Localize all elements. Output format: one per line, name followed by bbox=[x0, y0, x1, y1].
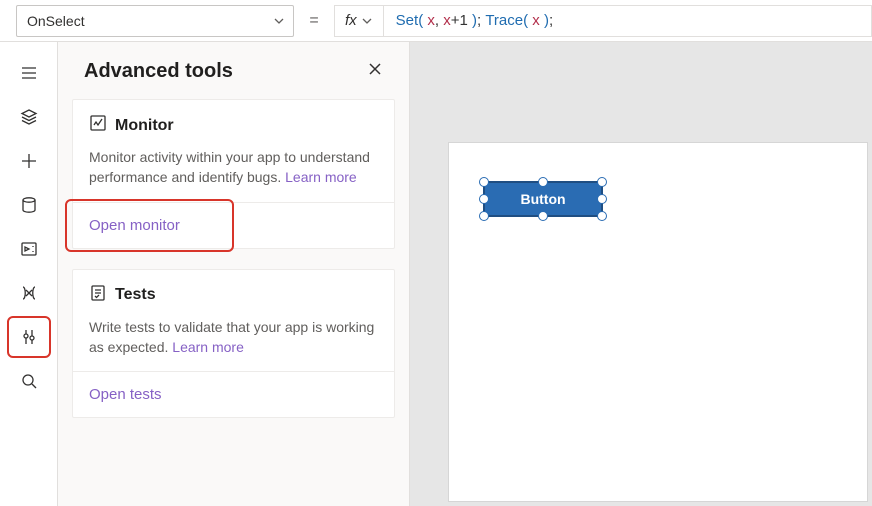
canvas-button-label: Button bbox=[520, 191, 565, 207]
resize-handle[interactable] bbox=[538, 211, 548, 221]
chevron-down-icon bbox=[273, 15, 285, 27]
learn-more-link[interactable]: Learn more bbox=[172, 339, 244, 355]
fx-label: fx bbox=[345, 12, 357, 29]
close-icon[interactable] bbox=[367, 61, 383, 82]
formula-token: 1 bbox=[459, 12, 467, 29]
formula-token: ; bbox=[477, 12, 485, 29]
card-title: Tests bbox=[115, 286, 156, 304]
formula-token: ; bbox=[549, 12, 553, 29]
resize-handle[interactable] bbox=[479, 211, 489, 221]
equals-label: = bbox=[294, 12, 334, 30]
formula-token: Set bbox=[396, 12, 419, 29]
formula-token: ) bbox=[540, 12, 549, 29]
formula-token: ) bbox=[468, 12, 477, 29]
tool-card: Monitor Monitor activity within your app … bbox=[72, 99, 395, 249]
card-title: Monitor bbox=[115, 117, 174, 135]
tools-icon[interactable] bbox=[7, 316, 51, 358]
monitor-icon bbox=[89, 114, 107, 137]
resize-handle[interactable] bbox=[479, 177, 489, 187]
card-description: Monitor activity within your app to unde… bbox=[89, 147, 378, 188]
search-icon[interactable] bbox=[7, 360, 51, 402]
formula-token: x bbox=[427, 12, 435, 29]
formula-token: ( bbox=[418, 12, 427, 29]
database-icon[interactable] bbox=[7, 184, 51, 226]
formula-token: + bbox=[451, 12, 460, 29]
resize-handle[interactable] bbox=[479, 194, 489, 204]
formula-token: Trace bbox=[485, 12, 523, 29]
canvas[interactable]: Button bbox=[410, 42, 872, 506]
chevron-down-icon bbox=[361, 15, 373, 27]
tool-card: Tests Write tests to validate that your a… bbox=[72, 269, 395, 419]
property-dropdown-label: OnSelect bbox=[27, 13, 85, 29]
left-rail bbox=[0, 42, 58, 506]
card-action-link[interactable]: Open tests bbox=[73, 371, 394, 417]
formula-token: x bbox=[532, 12, 540, 29]
fx-button[interactable]: fx bbox=[334, 5, 383, 37]
canvas-screen[interactable]: Button bbox=[448, 142, 868, 502]
advanced-tools-panel: Advanced tools Monitor Monitor activity w… bbox=[58, 42, 410, 506]
resize-handle[interactable] bbox=[597, 211, 607, 221]
plus-icon[interactable] bbox=[7, 140, 51, 182]
card-description: Write tests to validate that your app is… bbox=[89, 317, 378, 358]
formula-token: x bbox=[443, 12, 451, 29]
formula-token: ( bbox=[523, 12, 532, 29]
resize-handle[interactable] bbox=[538, 177, 548, 187]
resize-handle[interactable] bbox=[597, 194, 607, 204]
card-action-link[interactable]: Open monitor bbox=[73, 202, 394, 248]
layers-icon[interactable] bbox=[7, 96, 51, 138]
resize-handle[interactable] bbox=[597, 177, 607, 187]
formula-input[interactable]: Set( x, x+1 ); Trace( x ); bbox=[383, 5, 872, 37]
media-icon[interactable] bbox=[7, 228, 51, 270]
variables-icon[interactable] bbox=[7, 272, 51, 314]
formula-bar: OnSelect = fx Set( x, x+1 ); Trace( x ); bbox=[0, 0, 872, 42]
hamburger-icon[interactable] bbox=[7, 52, 51, 94]
panel-title: Advanced tools bbox=[84, 60, 233, 83]
tests-icon bbox=[89, 284, 107, 307]
formula-token: , bbox=[435, 12, 443, 29]
learn-more-link[interactable]: Learn more bbox=[285, 169, 357, 185]
property-dropdown[interactable]: OnSelect bbox=[16, 5, 294, 37]
canvas-button[interactable]: Button bbox=[483, 181, 603, 217]
